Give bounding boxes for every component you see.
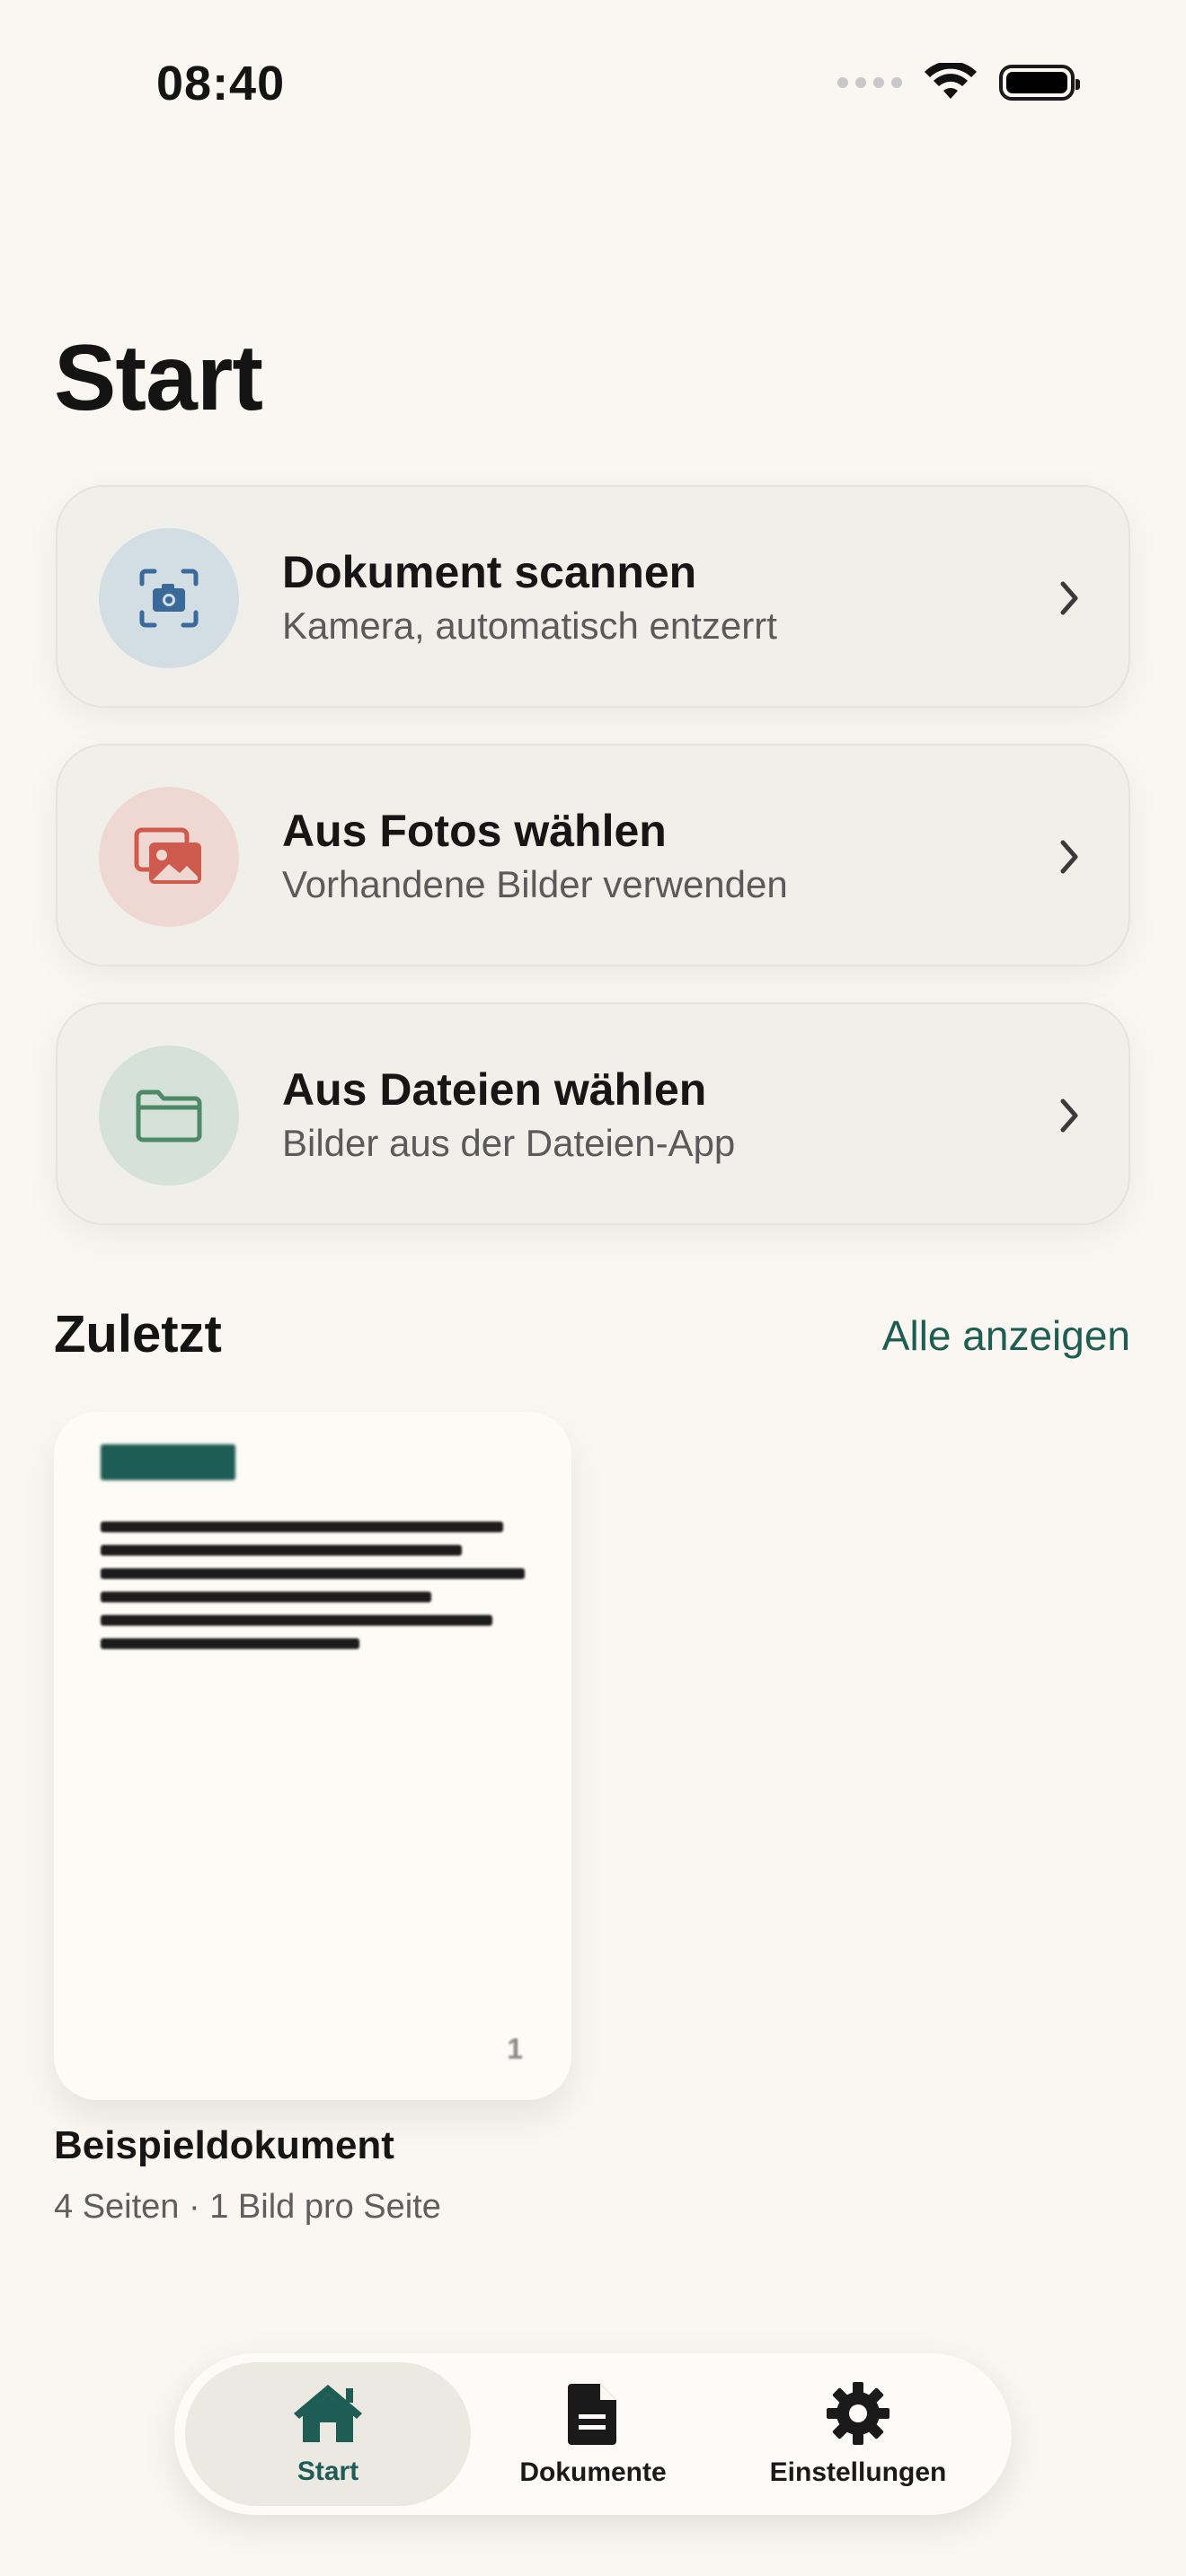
tab-start[interactable]: Start: [185, 2362, 471, 2506]
camera-scan-icon: [139, 569, 199, 628]
scan-document-subtitle: Kamera, automatisch entzerrt: [282, 604, 777, 647]
document-thumbnail[interactable]: 1: [54, 1412, 571, 2100]
scan-document-text: Dokument scannen Kamera, automatisch ent…: [282, 546, 777, 648]
chevron-right-icon: [1044, 832, 1094, 882]
status-icons: [837, 63, 1080, 102]
photos-icon-circle: [99, 787, 239, 927]
choose-files-text: Aus Dateien wählen Bilder aus der Dateie…: [282, 1063, 735, 1166]
thumbnail-text-line: [101, 1545, 462, 1556]
choose-photos-text: Aus Fotos wählen Vorhandene Bilder verwe…: [282, 805, 788, 907]
cellular-signal-icon: [837, 77, 902, 88]
thumbnail-text-line: [101, 1522, 503, 1532]
see-all-link[interactable]: Alle anzeigen: [882, 1311, 1130, 1360]
document-name[interactable]: Beispieldokument: [54, 2123, 394, 2168]
photos-icon: [134, 827, 201, 884]
choose-files-subtitle: Bilder aus der Dateien-App: [282, 1122, 736, 1164]
folder-icon: [136, 1090, 202, 1142]
tab-start-label: Start: [296, 2457, 359, 2486]
status-bar: 08:40: [0, 0, 1186, 171]
document-icon: [568, 2384, 616, 2445]
choose-photos-title: Aus Fotos wählen: [282, 806, 667, 856]
scan-document-card[interactable]: Dokument scannen Kamera, automatisch ent…: [56, 485, 1130, 708]
folder-icon-circle: [99, 1045, 239, 1186]
thumbnail-text-line: [101, 1592, 431, 1602]
thumbnail-text-line: [101, 1615, 492, 1626]
choose-photos-card[interactable]: Aus Fotos wählen Vorhandene Bilder verwe…: [56, 744, 1130, 966]
recent-section-title: Zuletzt: [54, 1305, 222, 1363]
thumbnail-page-number: 1: [507, 2033, 523, 2065]
house-icon: [294, 2385, 362, 2442]
document-meta: 4 Seiten · 1 Bild pro Seite: [54, 2188, 441, 2226]
thumbnail-header-bar: [101, 1444, 235, 1480]
thumbnail-text-line: [101, 1568, 525, 1579]
gear-icon: [827, 2382, 890, 2445]
tab-bar: Start Dokumente Einstellungen: [174, 2353, 1012, 2515]
battery-icon: [999, 65, 1080, 101]
scan-document-title: Dokument scannen: [282, 547, 697, 597]
choose-files-card[interactable]: Aus Dateien wählen Bilder aus der Dateie…: [56, 1002, 1130, 1225]
chevron-right-icon: [1044, 1090, 1094, 1141]
page-title: Start: [54, 326, 263, 430]
choose-files-title: Aus Dateien wählen: [282, 1064, 707, 1115]
tab-documents[interactable]: Dokumente: [471, 2362, 715, 2506]
tab-settings-label: Einstellungen: [769, 2457, 947, 2487]
status-time: 08:40: [156, 57, 286, 110]
wifi-icon: [925, 63, 977, 99]
tab-documents-label: Dokumente: [519, 2457, 667, 2487]
thumbnail-text-line: [101, 1638, 359, 1649]
tab-settings[interactable]: Einstellungen: [715, 2362, 1001, 2506]
choose-photos-subtitle: Vorhandene Bilder verwenden: [282, 863, 788, 905]
scan-icon-circle: [99, 528, 239, 668]
chevron-right-icon: [1044, 573, 1094, 623]
